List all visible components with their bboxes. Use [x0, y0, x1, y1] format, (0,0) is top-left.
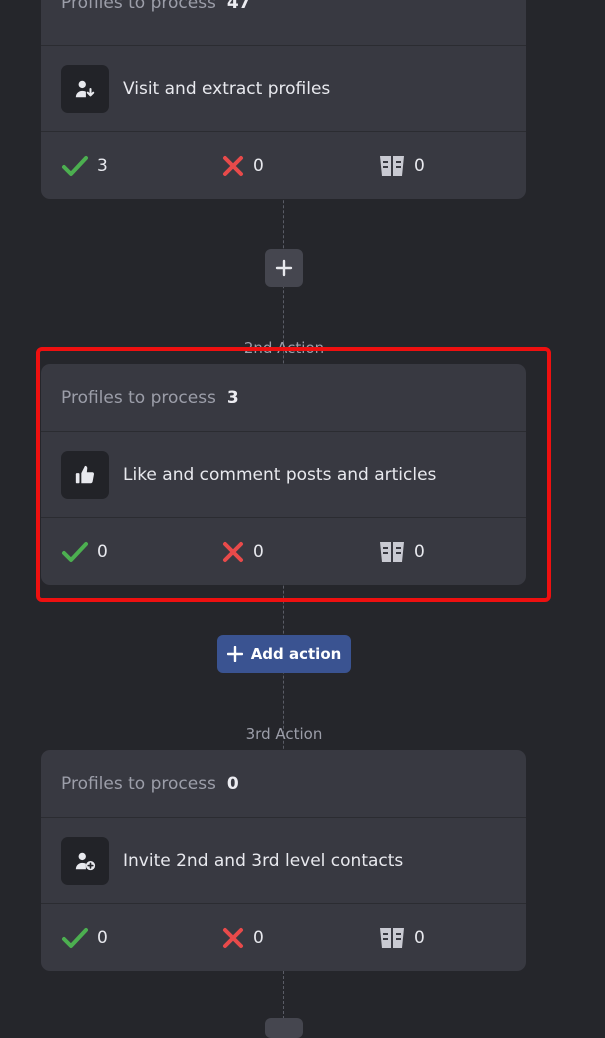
stats-row: 3 0 0 — [41, 132, 526, 199]
failed-count: 0 — [253, 927, 264, 948]
person-download-icon — [61, 64, 109, 113]
check-icon — [62, 927, 88, 948]
skipped-stat: 0 — [378, 904, 425, 971]
action-title: Visit and extract profiles — [123, 78, 331, 99]
action-card-1: Profiles to process 47 Visit and extract… — [41, 0, 526, 199]
highlight-frame — [36, 347, 551, 602]
add-step-button[interactable] — [265, 249, 303, 287]
skip-book-icon — [380, 927, 404, 948]
skipped-stat: 0 — [378, 132, 425, 199]
success-stat: 3 — [61, 132, 108, 199]
cross-icon — [223, 155, 243, 176]
profiles-label: Profiles to process — [61, 0, 216, 13]
success-count: 3 — [97, 155, 108, 176]
check-icon — [62, 155, 88, 176]
plus-icon — [275, 259, 293, 277]
add-step-button-partial[interactable] — [265, 1018, 303, 1038]
person-add-icon — [61, 836, 109, 885]
profiles-count: 47 — [226, 0, 251, 13]
success-count: 0 — [97, 927, 108, 948]
failed-stat: 0 — [221, 904, 264, 971]
profiles-row: Profiles to process 47 — [41, 0, 526, 46]
profiles-label: Profiles to process — [61, 773, 216, 794]
profiles-row: Profiles to process 0 — [41, 750, 526, 818]
failed-count: 0 — [253, 155, 264, 176]
action-row[interactable]: Visit and extract profiles — [41, 46, 526, 132]
action-title: Invite 2nd and 3rd level contacts — [123, 850, 404, 871]
skipped-count: 0 — [414, 927, 425, 948]
profiles-count: 0 — [226, 773, 239, 794]
action-card-3: Profiles to process 0 Invite 2nd and 3rd… — [41, 750, 526, 971]
success-stat: 0 — [61, 904, 108, 971]
add-action-button[interactable]: Add action — [217, 635, 351, 673]
step-label-3: 3rd Action — [245, 725, 323, 743]
cross-icon — [223, 927, 243, 948]
plus-icon — [226, 646, 243, 662]
stats-row: 0 0 0 — [41, 904, 526, 971]
add-action-label: Add action — [250, 645, 342, 663]
skip-book-icon — [380, 155, 404, 176]
failed-stat: 0 — [221, 132, 264, 199]
skipped-count: 0 — [414, 155, 425, 176]
action-row[interactable]: Invite 2nd and 3rd level contacts — [41, 818, 526, 904]
